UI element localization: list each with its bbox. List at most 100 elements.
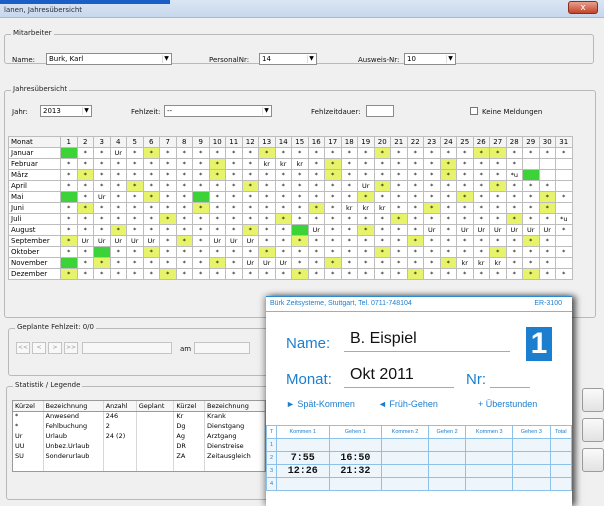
day-cell[interactable]: Ur	[274, 257, 292, 269]
day-cell[interactable]: *	[159, 246, 177, 258]
day-cell[interactable]: *	[472, 158, 490, 170]
day-cell[interactable]: *	[208, 268, 226, 280]
day-cell[interactable]: *	[274, 180, 292, 192]
day-cell[interactable]: *	[373, 213, 391, 225]
day-cell[interactable]: *	[324, 268, 342, 280]
day-cell[interactable]: *	[456, 180, 474, 192]
day-cell[interactable]: *	[456, 158, 474, 170]
day-cell[interactable]: *	[126, 169, 144, 181]
day-cell[interactable]: *	[142, 268, 160, 280]
day-cell[interactable]: *	[208, 180, 226, 192]
day-cell[interactable]: *	[423, 235, 441, 247]
day-cell[interactable]: *	[423, 268, 441, 280]
day-cell[interactable]: *	[93, 169, 111, 181]
day-cell[interactable]: *	[175, 235, 193, 247]
day-cell[interactable]: *	[307, 147, 325, 159]
day-cell[interactable]: *	[406, 169, 424, 181]
day-cell[interactable]: *	[274, 268, 292, 280]
day-cell[interactable]: *	[423, 246, 441, 258]
day-cell[interactable]: *	[142, 180, 160, 192]
day-cell[interactable]: *	[126, 191, 144, 203]
day-cell[interactable]: Ur	[109, 147, 127, 159]
day-cell[interactable]: *	[109, 257, 127, 269]
right-action-button-3[interactable]	[582, 448, 604, 472]
day-cell[interactable]: *	[439, 191, 457, 203]
day-cell[interactable]: *	[324, 213, 342, 225]
day-cell[interactable]: *	[225, 268, 243, 280]
day-cell[interactable]: *	[390, 213, 408, 225]
day-cell[interactable]: *	[357, 213, 375, 225]
day-cell[interactable]: *	[93, 224, 111, 236]
day-cell[interactable]: *	[439, 235, 457, 247]
day-cell[interactable]: *	[505, 191, 523, 203]
day-cell[interactable]: Ur	[456, 224, 474, 236]
day-cell[interactable]: *	[340, 257, 358, 269]
day-cell[interactable]: *	[192, 169, 210, 181]
day-cell[interactable]: *	[505, 246, 523, 258]
day-cell[interactable]: *	[373, 147, 391, 159]
day-cell[interactable]: *	[555, 191, 573, 203]
day-cell[interactable]: *	[93, 147, 111, 159]
day-cell[interactable]: *	[472, 202, 490, 214]
day-cell[interactable]	[60, 257, 78, 269]
day-cell[interactable]: *	[109, 191, 127, 203]
day-cell[interactable]: *	[472, 169, 490, 181]
day-cell[interactable]: Ur	[241, 235, 259, 247]
day-cell[interactable]: *	[60, 224, 78, 236]
day-cell[interactable]	[538, 158, 556, 170]
day-cell[interactable]	[522, 169, 540, 181]
day-cell[interactable]: *	[340, 169, 358, 181]
day-cell[interactable]: *	[258, 213, 276, 225]
day-cell[interactable]: *	[423, 180, 441, 192]
day-cell[interactable]: *	[390, 246, 408, 258]
day-cell[interactable]: *	[225, 147, 243, 159]
statistik-row[interactable]: Ur Urlaub 24 (2) Ag Arztgang	[13, 431, 265, 441]
day-cell[interactable]: *	[538, 257, 556, 269]
day-cell[interactable]: kr	[456, 257, 474, 269]
next-record-button[interactable]: >	[48, 342, 62, 354]
day-cell[interactable]	[555, 257, 573, 269]
day-cell[interactable]: *	[390, 169, 408, 181]
day-cell[interactable]: Ur	[208, 235, 226, 247]
day-cell[interactable]: *	[423, 147, 441, 159]
day-cell[interactable]: *	[489, 191, 507, 203]
day-cell[interactable]: *	[159, 257, 177, 269]
day-cell[interactable]: *	[291, 235, 309, 247]
day-cell[interactable]: *	[505, 202, 523, 214]
day-cell[interactable]	[538, 169, 556, 181]
day-cell[interactable]: *	[175, 191, 193, 203]
day-cell[interactable]: *	[159, 213, 177, 225]
day-cell[interactable]: *	[390, 191, 408, 203]
day-cell[interactable]	[60, 191, 78, 203]
day-cell[interactable]: *	[522, 246, 540, 258]
day-cell[interactable]: *	[555, 224, 573, 236]
day-cell[interactable]: *	[175, 202, 193, 214]
day-cell[interactable]: *	[159, 147, 177, 159]
ausweisnr-select[interactable]: 10 ▼	[404, 53, 456, 65]
day-cell[interactable]: *	[489, 213, 507, 225]
day-cell[interactable]: *	[538, 235, 556, 247]
day-cell[interactable]: Ur	[93, 235, 111, 247]
day-cell[interactable]: *	[489, 235, 507, 247]
day-cell[interactable]: *	[175, 213, 193, 225]
day-cell[interactable]: *	[159, 158, 177, 170]
day-cell[interactable]: Ur	[241, 257, 259, 269]
day-cell[interactable]: *	[208, 257, 226, 269]
day-cell[interactable]: *	[489, 169, 507, 181]
day-cell[interactable]: *	[192, 246, 210, 258]
day-cell[interactable]: *	[159, 224, 177, 236]
day-cell[interactable]: *	[225, 169, 243, 181]
day-cell[interactable]: *	[291, 257, 309, 269]
day-cell[interactable]: *	[60, 202, 78, 214]
day-cell[interactable]: *	[76, 246, 94, 258]
day-cell[interactable]: *	[291, 202, 309, 214]
day-cell[interactable]: *	[456, 213, 474, 225]
day-cell[interactable]: Ur	[472, 224, 490, 236]
day-cell[interactable]: *	[390, 202, 408, 214]
day-cell[interactable]: Ur	[357, 180, 375, 192]
day-cell[interactable]: *	[439, 202, 457, 214]
day-cell[interactable]: *	[307, 180, 325, 192]
day-cell[interactable]: *	[538, 268, 556, 280]
day-cell[interactable]: Ur	[307, 224, 325, 236]
right-action-button-2[interactable]	[582, 418, 604, 442]
